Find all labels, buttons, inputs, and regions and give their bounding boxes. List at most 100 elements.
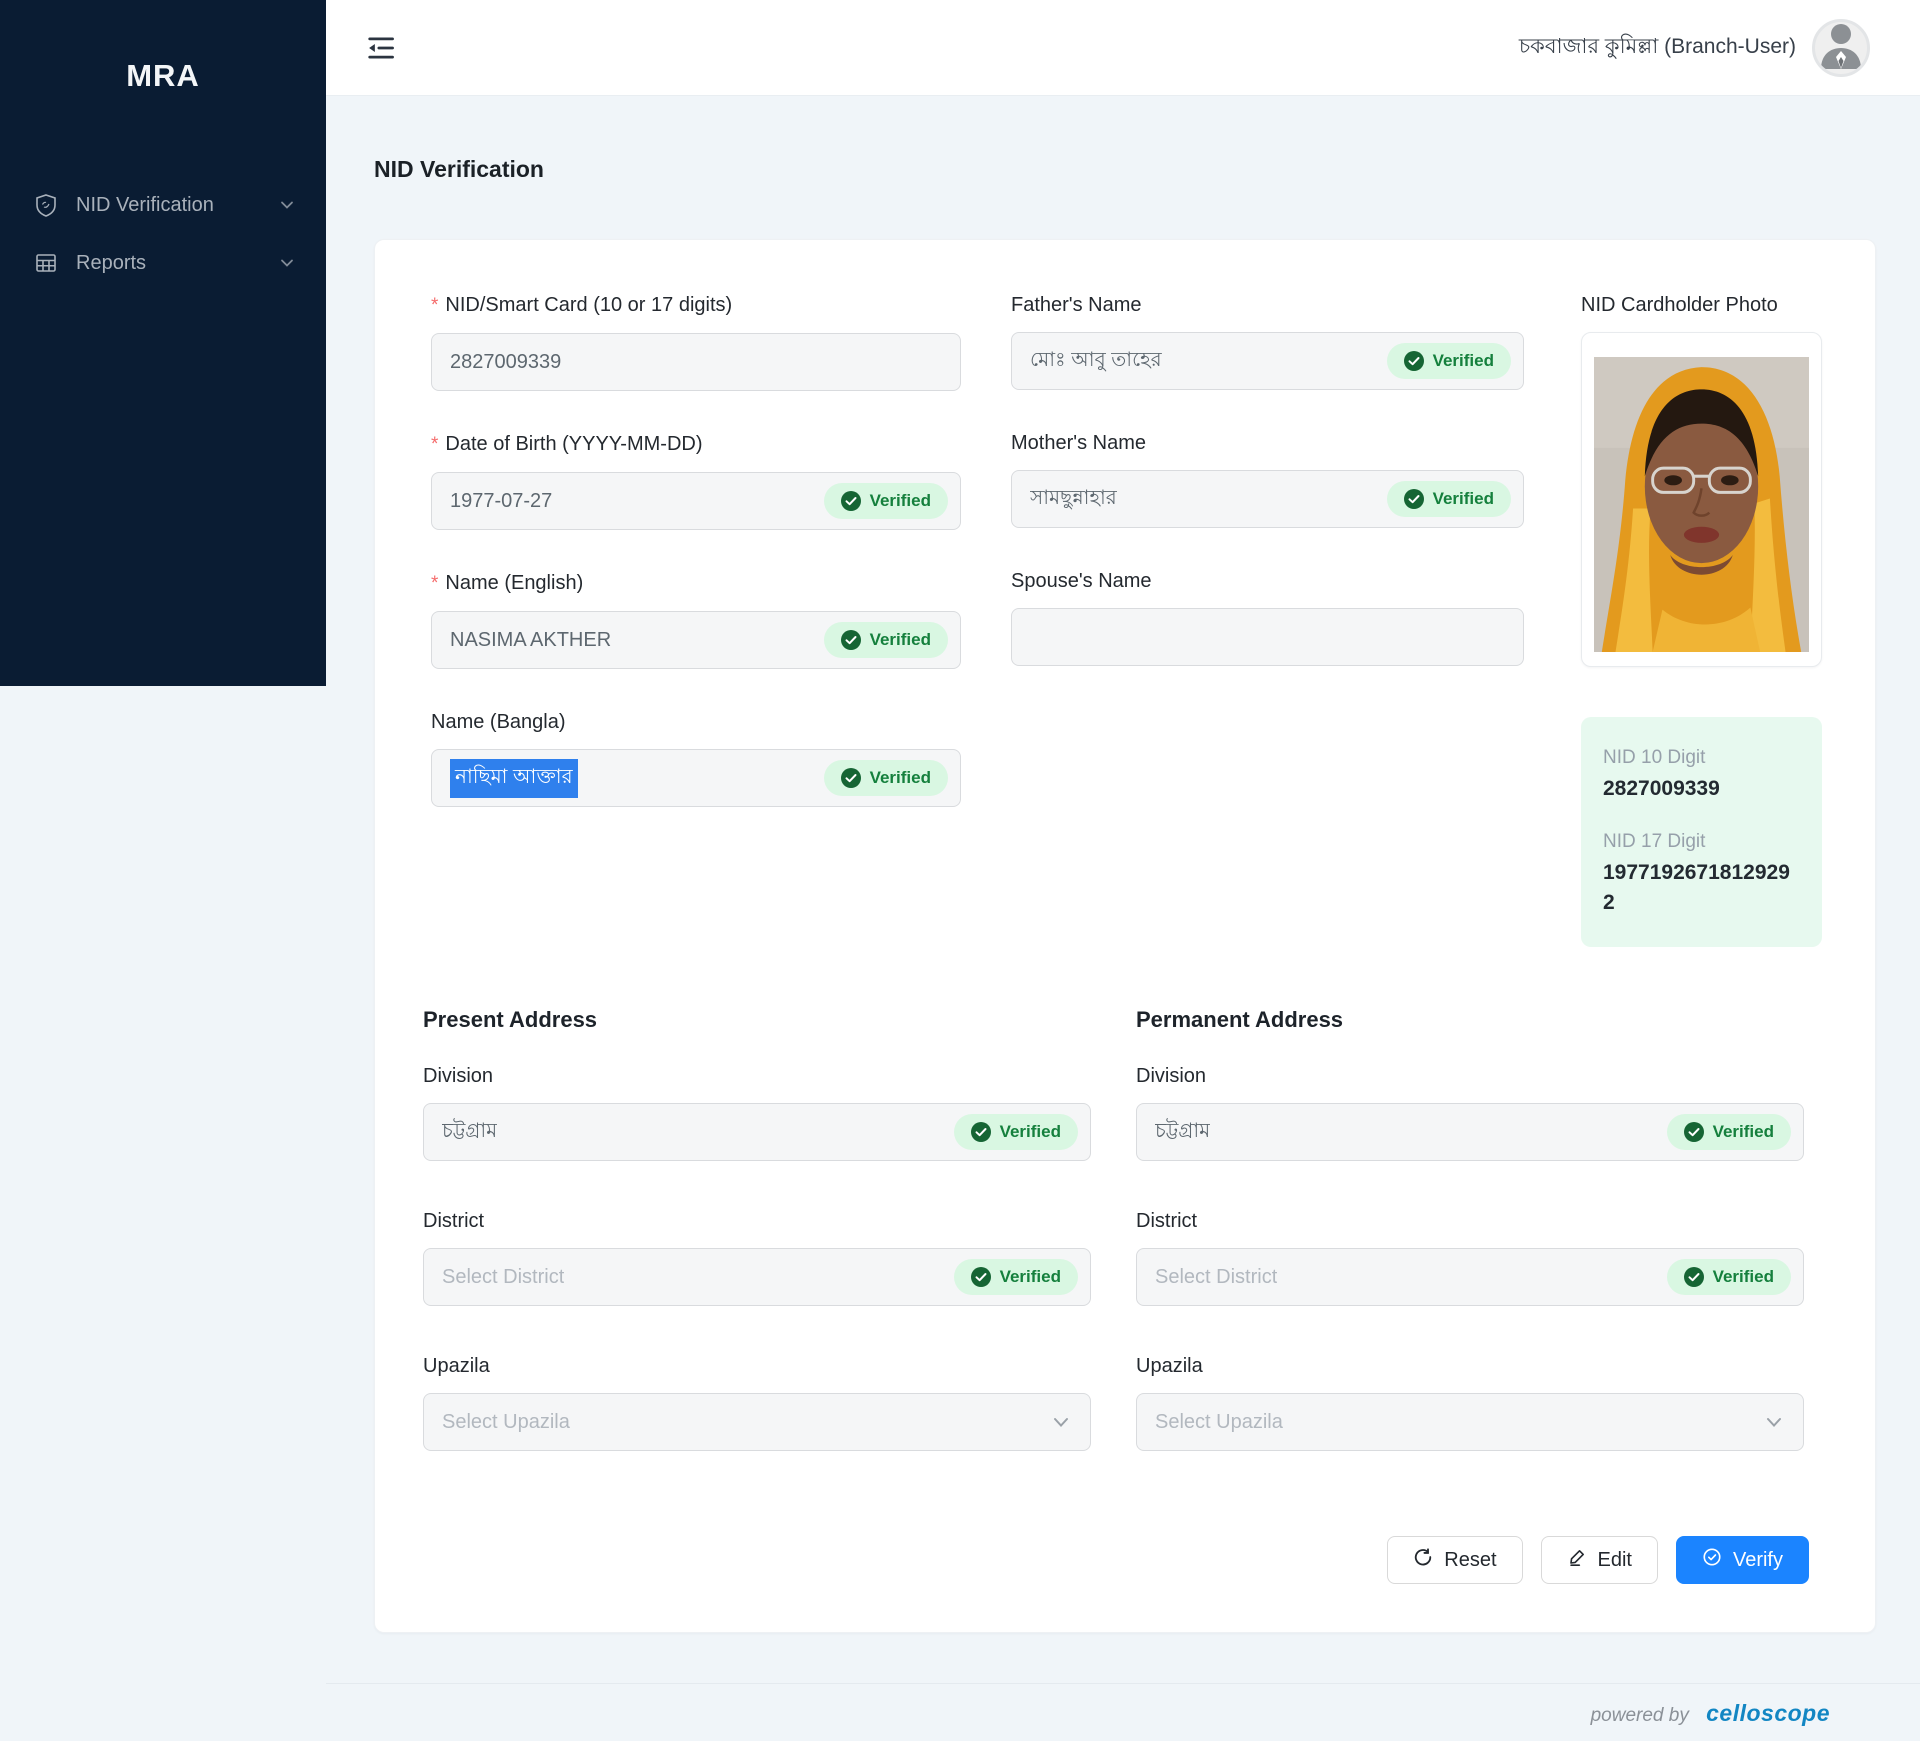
chevron-down-icon [278,196,296,214]
nid-input[interactable]: 2827009339 [431,333,961,391]
sidebar-item-label: NID Verification [76,193,214,216]
sidebar-collapse-button[interactable] [360,28,400,68]
powered-by-text: powered by [1590,1705,1689,1727]
verified-badge: Verified [1386,343,1511,379]
celloscope-logo: celloscope [1706,1700,1830,1727]
field-name-english: * Name (English) NASIMA AKTHER Verified [431,570,961,669]
check-circle-icon [1403,489,1424,509]
check-circle-icon [1683,1267,1704,1288]
field-father-name: Father's Name মোঃ আবু তাহের Verified [1011,292,1524,390]
cardholder-portrait-image [1594,357,1809,652]
reset-button[interactable]: Reset [1387,1536,1523,1585]
form-actions: Reset Edit Verify [423,1536,1835,1585]
brand-logo: MRA [126,58,200,93]
name-english-input[interactable]: NASIMA AKTHER Verified [431,611,961,669]
field-label: Name (Bangla) [431,711,566,733]
check-circle-icon [840,491,861,511]
user-menu: চকবাজার কুমিল্লা (Branch-User) [1518,18,1870,77]
main-area: চকবাজার কুমিল্লা (Branch-User) NID Verif… [326,0,1920,1727]
spouse-name-input[interactable] [1011,608,1524,666]
top-header: চকবাজার কুমিল্লা (Branch-User) [326,0,1920,96]
nid-17-digit-value: 19771926718129292 [1603,861,1790,914]
field-permanent-upazila: Upazila Select Upazila [1136,1353,1804,1452]
field-mother-name: Mother's Name সামছুন্নাহার Verified [1011,430,1524,528]
sidebar: MRA NID Verification Reports [0,0,326,686]
verified-badge: Verified [823,622,948,658]
field-label: * Name (English) [431,570,961,597]
verified-badge: Verified [953,1259,1078,1296]
field-name-bangla: Name (Bangla) নাছিমা আক্তার Verified [431,709,961,807]
nid-photo [1581,332,1822,667]
field-spouse-name: Spouse's Name [1011,568,1524,666]
permanent-address-section: Permanent Address Division চট্টগ্রাম Ver… [1136,1007,1804,1452]
field-nid: * NID/Smart Card (10 or 17 digits) 28270… [431,292,961,391]
present-address-heading: Present Address [423,1007,598,1033]
chevron-down-icon [1050,1411,1072,1433]
photo-label: NID Cardholder Photo [1581,294,1778,316]
chevron-down-icon [278,254,296,272]
user-name: চকবাজার কুমিল্লা (Branch-User) [1518,35,1796,58]
permanent-division-input[interactable]: চট্টগ্রাম Verified [1136,1103,1804,1162]
required-asterisk: * [431,573,439,594]
field-label: Mother's Name [1011,432,1146,454]
permanent-address-heading: Permanent Address [1136,1007,1344,1033]
page-title: NID Verification [374,156,544,182]
name-bangla-input[interactable]: নাছিমা আক্তার Verified [431,749,961,807]
chevron-down-icon [1763,1411,1785,1433]
person-icon [1815,22,1867,74]
present-district-select[interactable]: Select District Verified [423,1248,1091,1307]
nid-summary-box: NID 10 Digit 2827009339 NID 17 Digit 197… [1581,717,1822,948]
field-permanent-district: District Select District Verified [1136,1208,1804,1307]
present-division-input[interactable]: চট্টগ্রাম Verified [423,1103,1091,1162]
selected-text: নাছিমা আক্তার [450,758,578,798]
check-circle-icon [970,1122,991,1143]
reload-icon [1413,1547,1433,1573]
avatar[interactable] [1812,18,1870,77]
father-name-input[interactable]: মোঃ আবু তাহের Verified [1011,332,1524,390]
present-upazila-select[interactable]: Select Upazila [423,1393,1091,1452]
permanent-upazila-select[interactable]: Select Upazila [1136,1393,1804,1452]
field-label: Spouse's Name [1011,570,1152,592]
menu-fold-icon [364,36,396,67]
sidebar-item-label: Reports [76,251,147,274]
dob-input[interactable]: 1977-07-27 Verified [431,472,961,530]
present-address-section: Present Address Division চট্টগ্রাম Verif… [423,1007,1091,1452]
field-present-division: Division চট্টগ্রাম Verified [423,1063,1091,1162]
field-present-upazila: Upazila Select Upazila [423,1353,1091,1452]
nid-10-digit-label: NID 10 Digit [1603,747,1706,768]
verified-badge: Verified [1666,1259,1791,1296]
verified-badge: Verified [823,760,948,796]
sidebar-item-reports[interactable]: Reports [0,234,326,292]
verified-badge: Verified [823,483,948,519]
verified-badge: Verified [1386,481,1511,517]
permanent-district-select[interactable]: Select District Verified [1136,1248,1804,1307]
required-asterisk: * [431,295,439,316]
edit-button[interactable]: Edit [1540,1536,1658,1585]
field-dob: * Date of Birth (YYYY-MM-DD) 1977-07-27 … [431,431,961,530]
nid-10-digit-value: 2827009339 [1603,777,1720,800]
verify-button[interactable]: Verify [1675,1536,1809,1585]
verified-badge: Verified [953,1114,1078,1151]
field-present-district: District Select District Verified [423,1208,1091,1307]
table-icon [34,251,58,275]
nid-form-card: * NID/Smart Card (10 or 17 digits) 28270… [374,239,1876,1634]
check-circle-icon [1403,351,1424,371]
check-circle-icon [840,630,861,650]
field-permanent-division: Division চট্টগ্রাম Verified [1136,1063,1804,1162]
field-label: * Date of Birth (YYYY-MM-DD) [431,431,961,458]
footer: powered by celloscope [326,1683,1920,1727]
nid-17-digit-label: NID 17 Digit [1603,831,1706,853]
shield-icon [34,193,58,217]
verified-badge: Verified [1666,1114,1791,1151]
field-label: Father's Name [1011,294,1142,316]
check-circle-icon [840,768,861,788]
content: NID Verification * NID/Smart Card (10 or… [326,156,1920,1634]
sidebar-nav: NID Verification Reports [0,176,326,292]
field-label: * NID/Smart Card (10 or 17 digits) [431,292,961,319]
sidebar-item-nid-verification[interactable]: NID Verification [0,176,326,234]
check-circle-icon [1702,1547,1722,1573]
check-circle-icon [1683,1122,1704,1143]
mother-name-input[interactable]: সামছুন্নাহার Verified [1011,470,1524,528]
check-circle-icon [970,1267,991,1288]
pencil-icon [1567,1547,1587,1573]
